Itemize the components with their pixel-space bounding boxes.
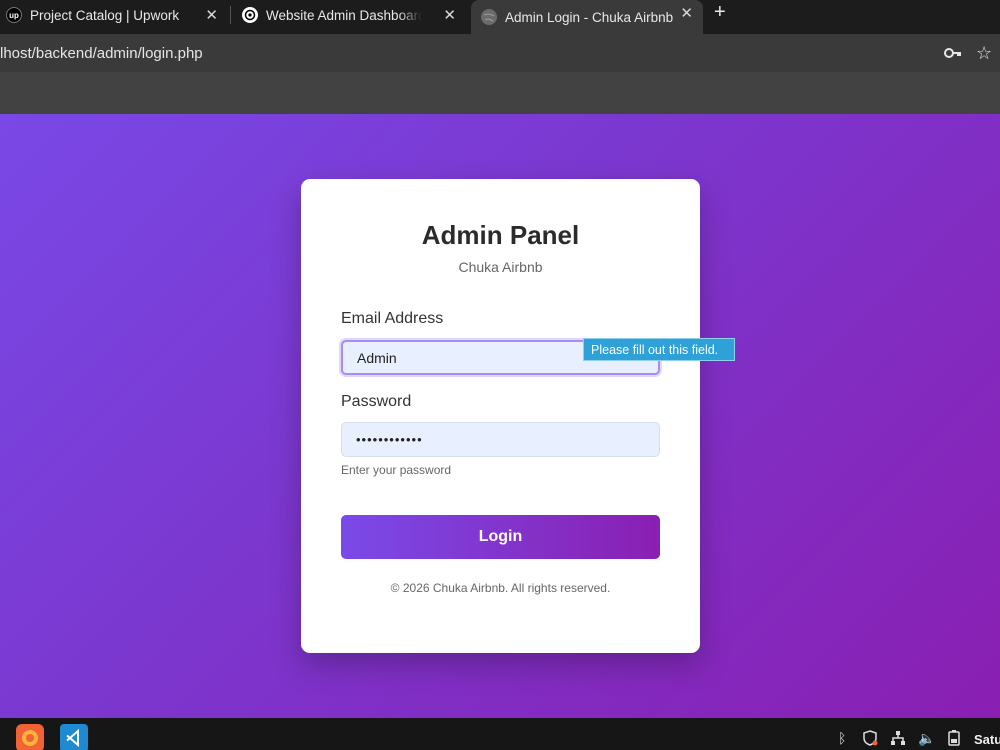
copyright: © 2026 Chuka Airbnb. All rights reserved… [390, 581, 611, 595]
bluetooth-icon[interactable]: ᛒ [838, 730, 846, 746]
page-title: Admin Panel [421, 220, 580, 250]
taskbar: ᛒ 🔈 Satu [0, 718, 1000, 750]
tab-title: Admin Login - Chuka Airbnb [505, 9, 674, 25]
password-hint: Enter your password [341, 463, 452, 477]
site-name: Chuka Airbnb [458, 259, 543, 275]
network-icon[interactable] [890, 730, 906, 749]
upwork-icon: up [6, 7, 22, 23]
tab-dashboard[interactable]: Website Admin Dashboard S ✕ [236, 0, 466, 30]
tab-separator [230, 6, 231, 24]
password-field[interactable]: •••••••••••• [341, 422, 660, 457]
url-field[interactable]: lhost/backend/admin/login.php [0, 45, 203, 62]
bookmark-bar [0, 72, 1000, 114]
validation-tooltip: Please fill out this field. [583, 338, 735, 361]
star-icon[interactable]: ☆ [976, 43, 992, 64]
tab-upwork[interactable]: up Project Catalog | Upwork ✕ [0, 0, 228, 30]
tab-title: Website Admin Dashboard S [266, 7, 422, 23]
shield-icon[interactable] [862, 730, 878, 749]
address-bar: lhost/backend/admin/login.php ☆ [0, 34, 1000, 72]
new-tab-icon[interactable]: + [714, 1, 726, 24]
key-icon[interactable] [944, 46, 962, 64]
volume-icon[interactable]: 🔈 [918, 730, 935, 747]
email-label: Email Address [341, 310, 444, 327]
login-button[interactable]: Login [341, 515, 660, 559]
close-icon[interactable]: ✕ [443, 6, 456, 24]
tab-admin-login[interactable]: Admin Login - Chuka Airbnb ✕ [471, 0, 703, 34]
password-label: Password [341, 393, 412, 410]
page-background: Admin Panel Chuka Airbnb Email Address A… [0, 114, 1000, 718]
login-card: Admin Panel Chuka Airbnb Email Address A… [301, 179, 700, 653]
clock[interactable]: Satu [974, 732, 1000, 747]
openai-icon [242, 7, 258, 23]
tab-bar: up Project Catalog | Upwork ✕ Website Ad… [0, 0, 1000, 34]
close-icon[interactable]: ✕ [205, 6, 218, 24]
globe-icon [481, 9, 497, 25]
vscode-icon[interactable] [60, 724, 88, 750]
battery-icon[interactable] [948, 730, 960, 749]
close-icon[interactable]: ✕ [680, 4, 693, 22]
tab-title: Project Catalog | Upwork [30, 7, 180, 23]
firefox-icon[interactable] [16, 724, 44, 750]
